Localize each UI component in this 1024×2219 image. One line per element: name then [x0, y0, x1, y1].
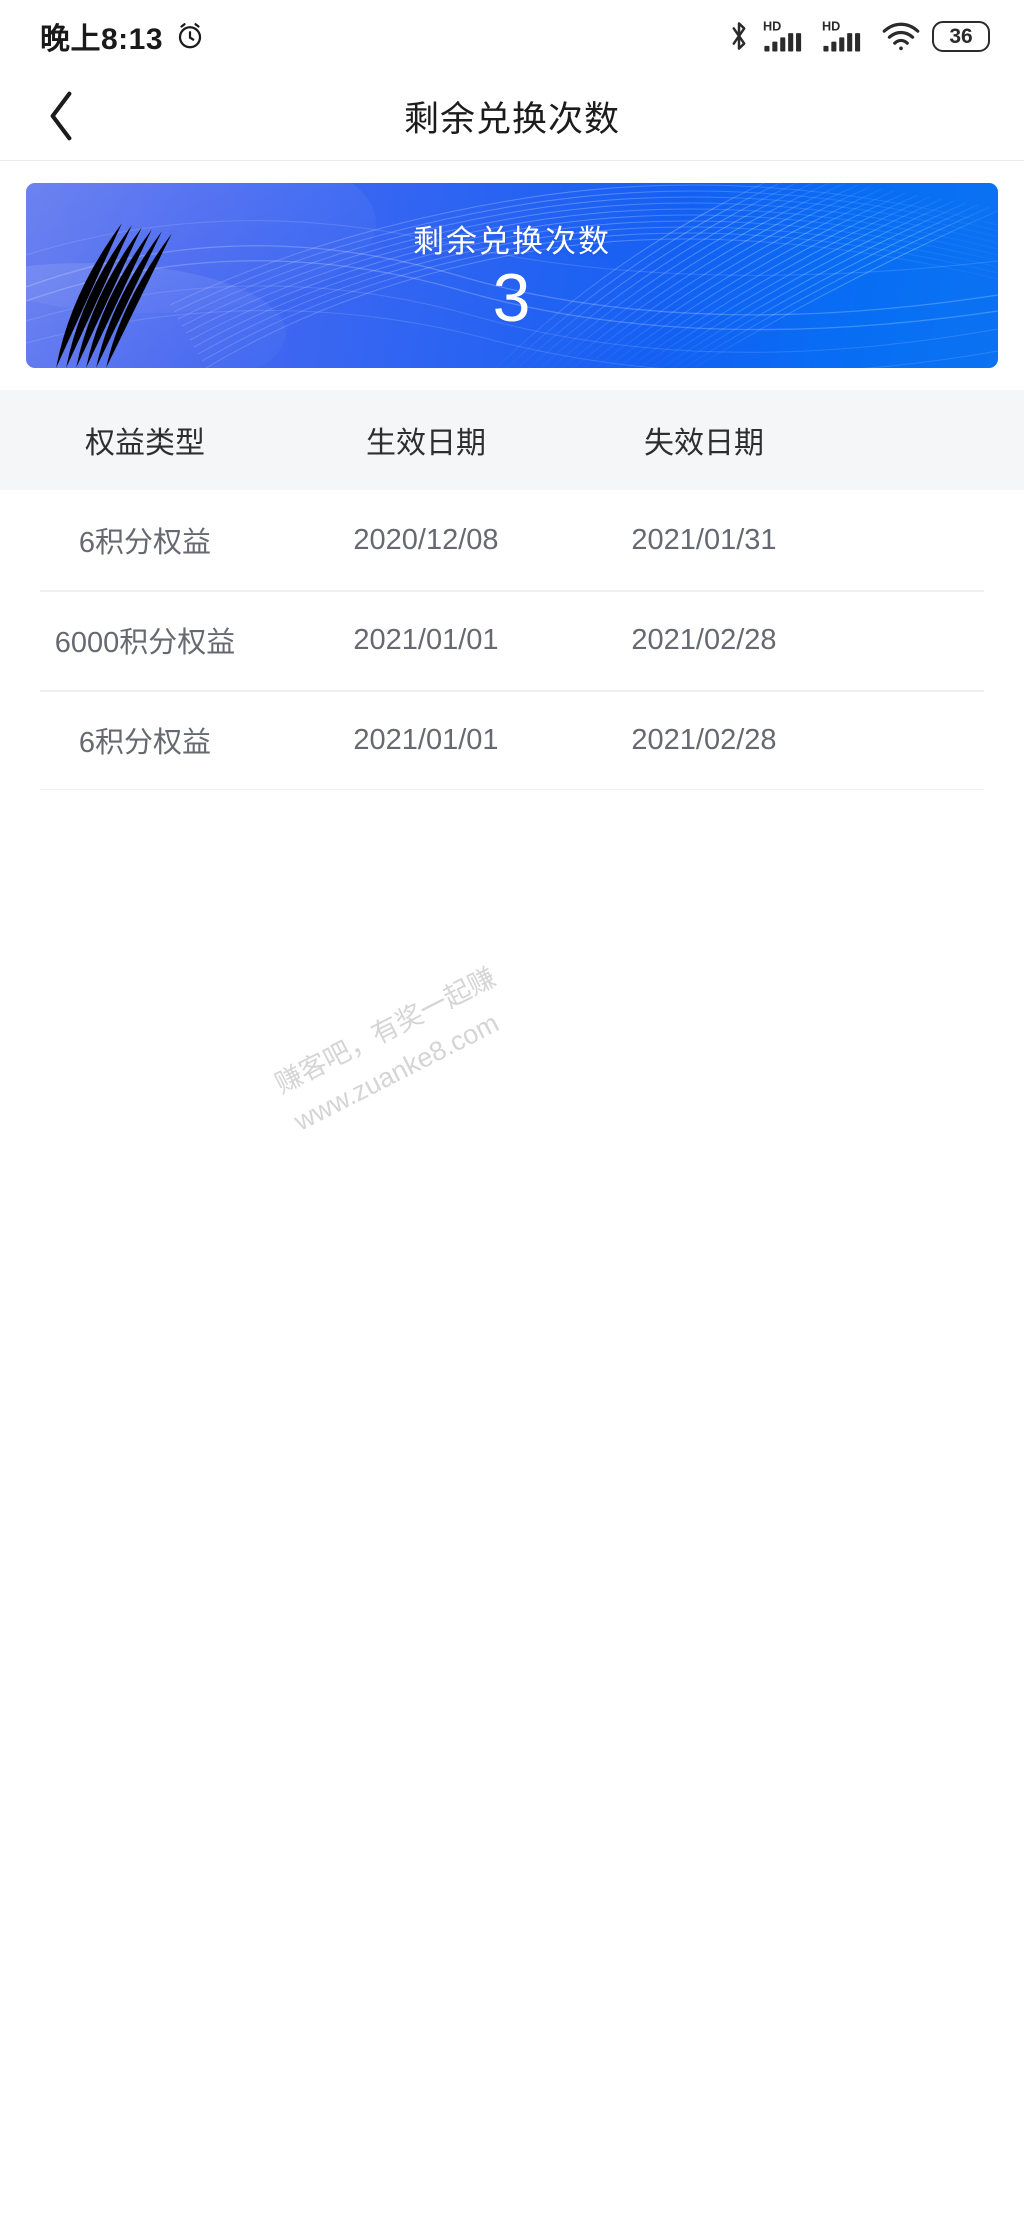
- benefits-table: 权益类型 生效日期 失效日期 6积分权益 2020/12/08 2021/01/…: [0, 390, 1024, 790]
- chevron-left-icon: [46, 90, 76, 142]
- battery-level: 36: [949, 24, 973, 48]
- status-bar-right: HD HD 36: [726, 19, 990, 53]
- cell-expiry-date: 2021/01/31: [631, 523, 777, 556]
- banner-table-spacer: [0, 368, 1024, 390]
- signal-icon-sim2: HD: [822, 19, 870, 53]
- site-watermark: 赚客吧，有奖一起赚 www.zuanke8.com: [268, 958, 523, 1143]
- cell-benefit-type: 6积分权益: [78, 527, 212, 559]
- table-row[interactable]: 6积分权益 2020/12/08 2021/01/31: [0, 490, 1024, 590]
- wifi-icon: [881, 20, 921, 52]
- watermark-line-2: www.zuanke8.com: [289, 1007, 504, 1137]
- svg-text:HD: HD: [763, 19, 781, 33]
- cell-expiry-date: 2021/02/28: [631, 623, 777, 656]
- bluetooth-icon: [726, 19, 752, 53]
- banner-container: 剩余兑换次数 3: [0, 161, 1024, 368]
- cell-effective-date: 2021/01/01: [353, 723, 499, 756]
- cell-expiry-date: 2021/02/28: [631, 723, 777, 756]
- cell-effective-date: 2020/12/08: [353, 523, 499, 556]
- battery-indicator: 36: [932, 20, 990, 52]
- cell-effective-date: 2021/01/01: [353, 623, 499, 656]
- table-header-row: 权益类型 生效日期 失效日期: [0, 390, 1024, 490]
- cell-benefit-type: 6000积分权益: [54, 627, 236, 659]
- status-bar-left: 晚上8:13: [40, 14, 205, 58]
- watermark-line-1: 赚客吧，有奖一起赚: [270, 962, 501, 1100]
- cell-benefit-type: 6积分权益: [78, 727, 212, 759]
- status-time: 晚上8:13: [40, 23, 164, 56]
- remaining-count-banner: 剩余兑换次数 3: [26, 183, 998, 368]
- table-row[interactable]: 6000积分权益 2021/01/01 2021/02/28: [0, 590, 1024, 690]
- alarm-clock-icon: [175, 21, 205, 51]
- status-bar: 晚上8:13 HD HD 36: [0, 0, 1024, 72]
- back-button[interactable]: [26, 81, 96, 151]
- table-row[interactable]: 6积分权益 2021/01/01 2021/02/28: [0, 690, 1024, 790]
- svg-text:HD: HD: [822, 19, 840, 33]
- banner-count-value: 3: [492, 260, 532, 337]
- signal-icon-sim1: HD: [763, 19, 811, 53]
- banner-label: 剩余兑换次数: [413, 224, 611, 260]
- nav-bar: 剩余兑换次数: [0, 72, 1024, 161]
- column-header-type: 权益类型: [85, 427, 205, 460]
- page-title: 剩余兑换次数: [403, 99, 620, 139]
- column-header-end: 失效日期: [644, 427, 764, 460]
- column-header-start: 生效日期: [366, 427, 486, 460]
